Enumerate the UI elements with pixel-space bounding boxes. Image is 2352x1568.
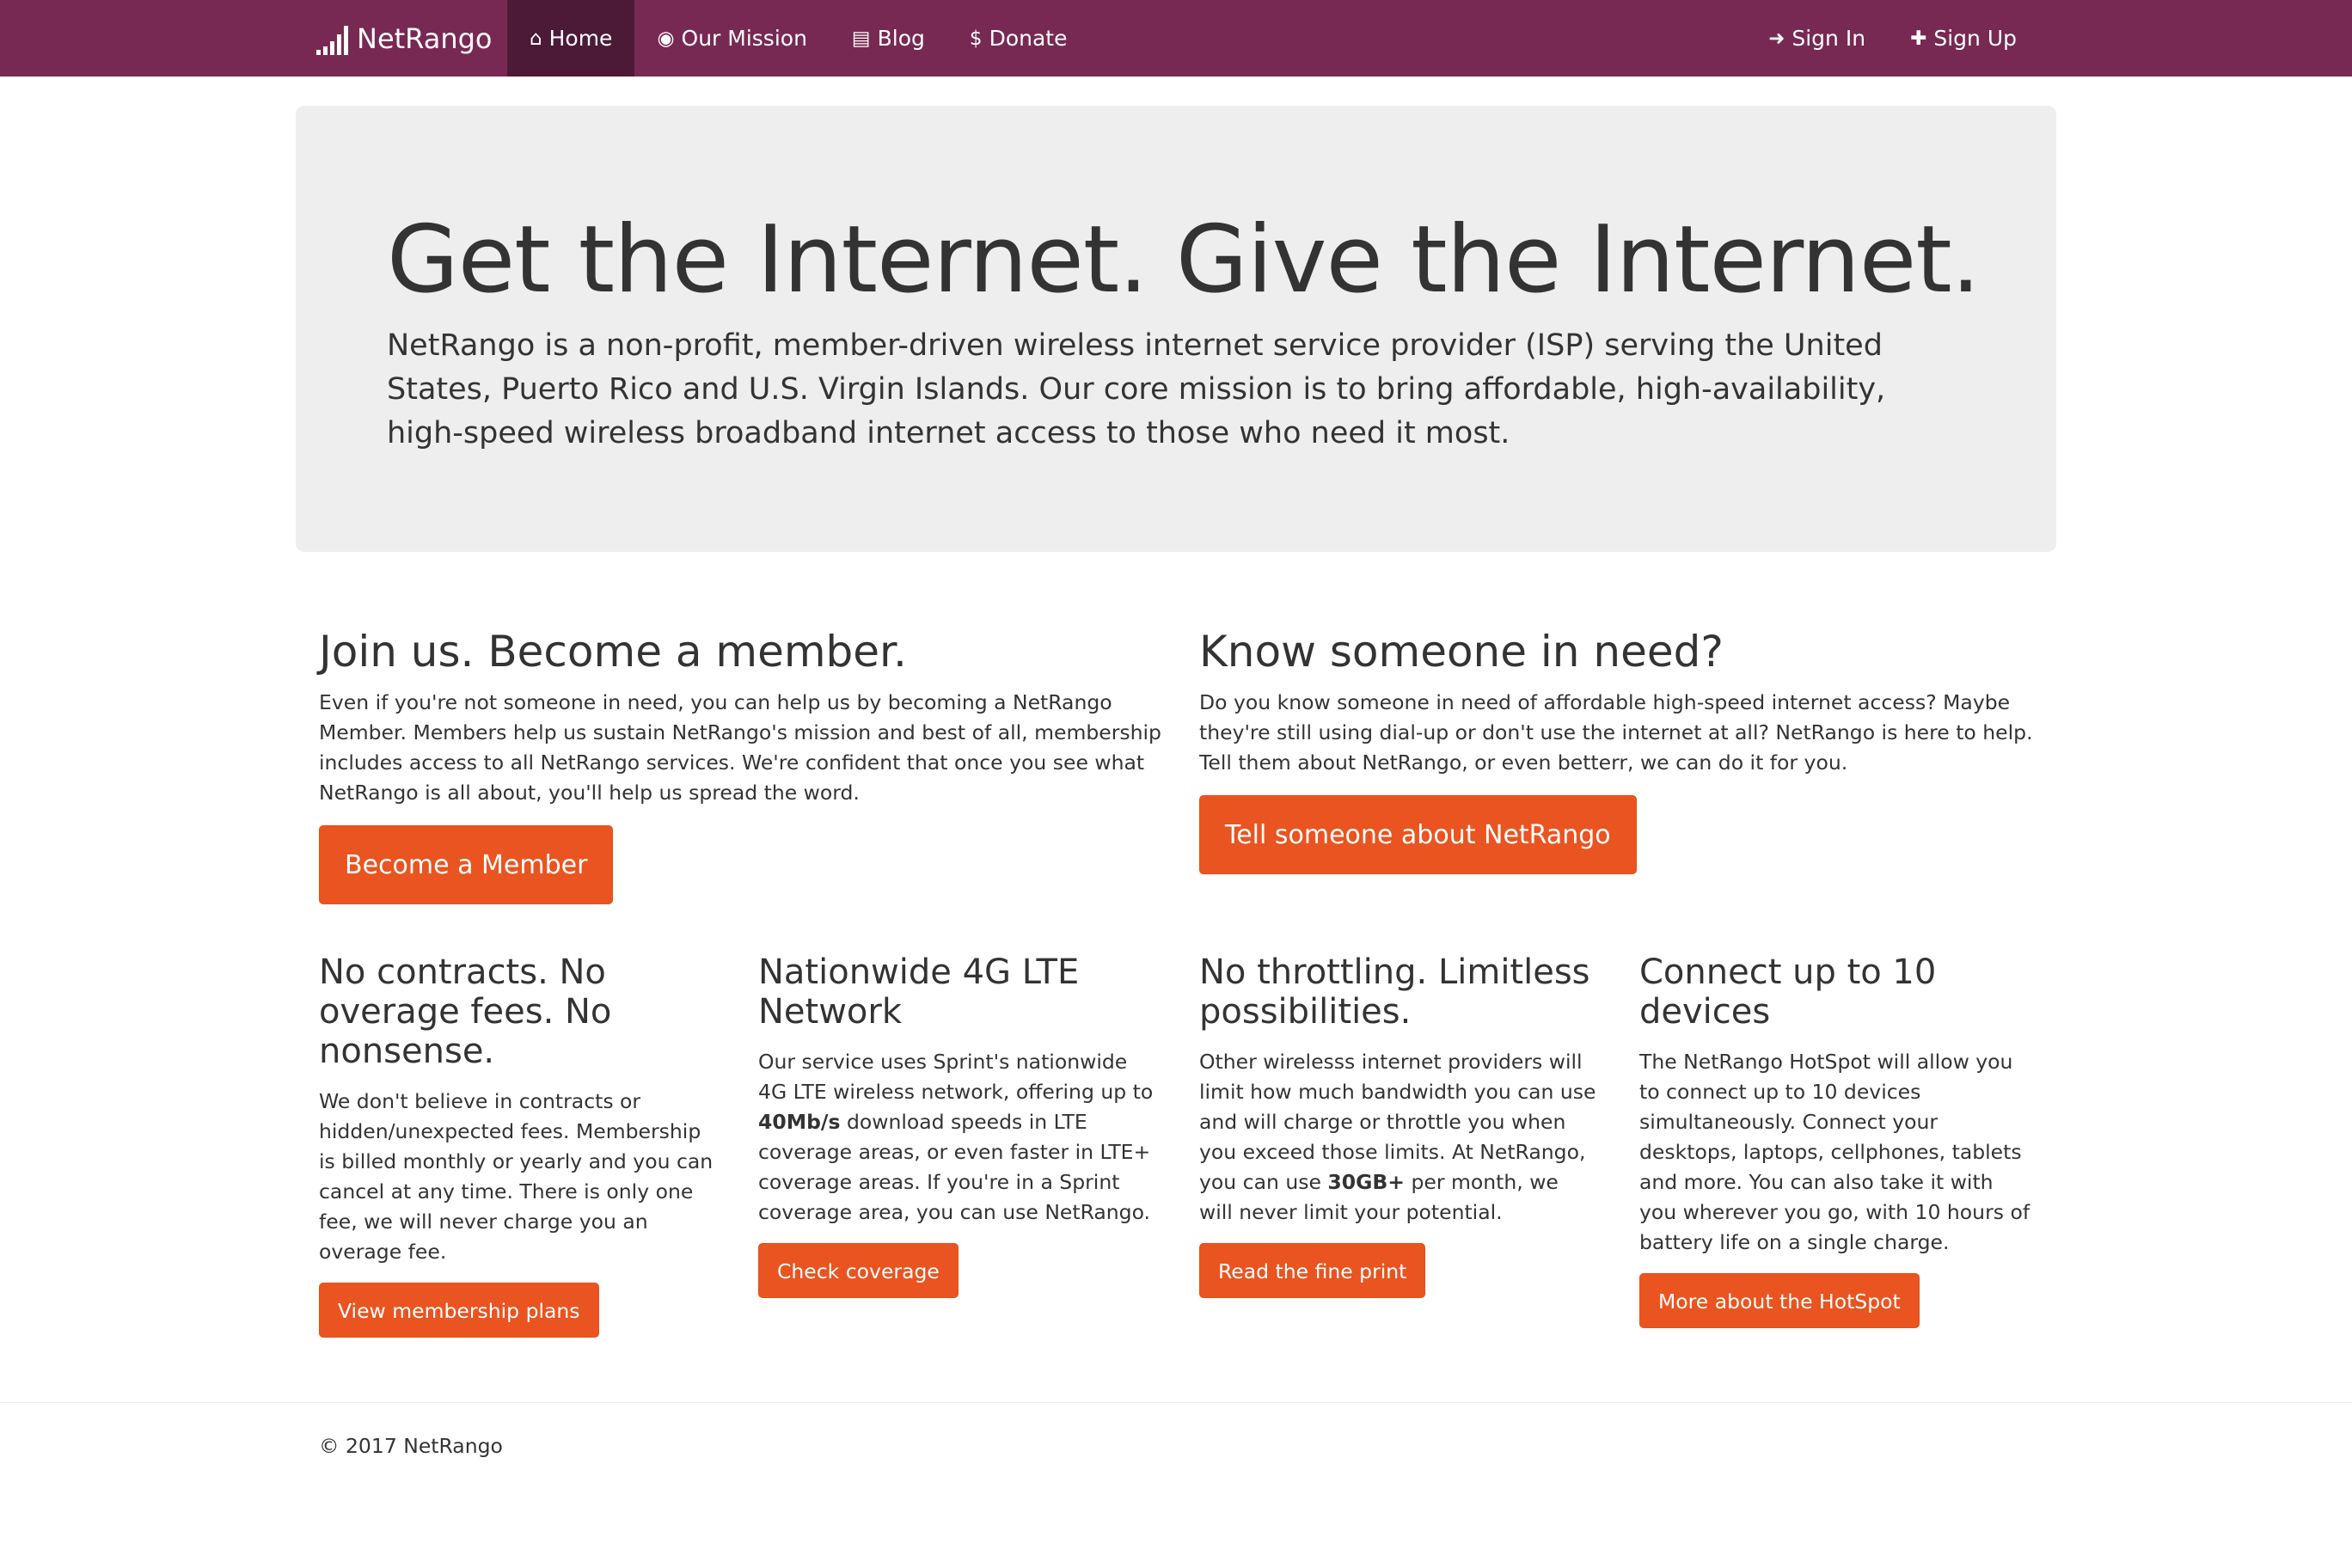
feature-text-bold: 40Mb/s [758, 1110, 841, 1134]
signal-bars-icon [316, 22, 348, 55]
newspaper-icon: ▤ [851, 27, 871, 50]
nav-our-mission[interactable]: ◉ Our Mission [634, 0, 829, 77]
user-plus-icon: ✚ [1910, 27, 1927, 50]
feature-text-bold: 30GB+ [1327, 1170, 1405, 1194]
feature-connect-devices: Connect up to 10 devices The NetRango Ho… [1639, 952, 2037, 1328]
nav-our-mission-label: Our Mission [681, 26, 807, 51]
need-text: Do you know someone in need of affordabl… [1199, 690, 2033, 775]
feature-text-part: Our service uses Sprint's nationwide 4G … [758, 1050, 1154, 1104]
brand-link[interactable]: NetRango [316, 0, 492, 77]
need-heading: Know someone in need? [1199, 627, 1724, 677]
feature-text-part: The NetRango HotSpot will allow you to c… [1639, 1050, 2030, 1254]
top-navbar: NetRango ⌂ Home ◉ Our Mission ▤ Blog $ D… [0, 0, 2352, 77]
tell-someone-button[interactable]: Tell someone about NetRango [1199, 795, 1637, 874]
bullseye-icon: ◉ [657, 27, 675, 50]
feature-heading: Connect up to 10 devices [1639, 952, 1937, 1032]
read-fine-print-button[interactable]: Read the fine print [1199, 1243, 1426, 1298]
feature-no-contracts: No contracts. No overage fees. No nonsen… [319, 952, 716, 1338]
feature-text: Our service uses Sprint's nationwide 4G … [758, 1047, 1155, 1228]
nav-blog-label: Blog [877, 26, 925, 51]
nav-sign-up-label: Sign Up [1933, 26, 2017, 51]
hero-jumbotron: Get the Internet. Give the Internet. Net… [296, 106, 2056, 552]
feature-text-part: We don't believe in contracts or hidden/… [319, 1089, 714, 1264]
join-section: Join us. Become a member. Even if you're… [319, 626, 1161, 904]
nav-home[interactable]: ⌂ Home [507, 0, 635, 77]
feature-text: The NetRango HotSpot will allow you to c… [1639, 1047, 2037, 1258]
footer-divider [0, 1402, 2352, 1403]
primary-nav: ⌂ Home ◉ Our Mission ▤ Blog $ Donate [507, 0, 1089, 77]
nav-blog[interactable]: ▤ Blog [830, 0, 947, 77]
feature-4g-lte: Nationwide 4G LTE Network Our service us… [758, 952, 1155, 1298]
feature-text: We don't believe in contracts or hidden/… [319, 1087, 716, 1267]
more-about-hotspot-button[interactable]: More about the HotSpot [1639, 1273, 1920, 1328]
nav-sign-in[interactable]: ➜ Sign In [1746, 0, 1888, 77]
feature-heading: No throttling. Limitless possibilities. [1199, 952, 1590, 1032]
become-member-button[interactable]: Become a Member [319, 825, 614, 904]
nav-sign-up[interactable]: ✚ Sign Up [1888, 0, 2039, 77]
sign-in-icon: ➜ [1768, 27, 1785, 50]
hero-lead: NetRango is a non-profit, member-driven … [387, 328, 1886, 450]
nav-donate-label: Donate [989, 26, 1068, 51]
feature-text: Other wirelesss internet providers will … [1199, 1047, 1596, 1228]
feature-heading: Nationwide 4G LTE Network [758, 952, 1080, 1032]
nav-donate[interactable]: $ Donate [947, 0, 1090, 77]
dollar-icon: $ [969, 27, 983, 50]
feature-heading: No contracts. No overage fees. No nonsen… [319, 952, 612, 1071]
nav-home-label: Home [548, 26, 613, 51]
need-section: Know someone in need? Do you know someon… [1199, 626, 2042, 874]
join-text: Even if you're not someone in need, you … [319, 690, 1161, 805]
hero-title: Get the Internet. Give the Internet. [387, 206, 1981, 314]
check-coverage-button[interactable]: Check coverage [758, 1243, 959, 1298]
footer-copyright: © 2017 NetRango [319, 1434, 503, 1458]
feature-no-throttling: No throttling. Limitless possibilities. … [1199, 952, 1596, 1298]
brand-name: NetRango [357, 21, 493, 55]
account-nav: ➜ Sign In ✚ Sign Up [1746, 0, 2039, 77]
home-icon: ⌂ [530, 27, 542, 50]
view-membership-plans-button[interactable]: View membership plans [319, 1283, 599, 1338]
join-heading: Join us. Become a member. [319, 627, 907, 677]
nav-sign-in-label: Sign In [1792, 26, 1866, 51]
